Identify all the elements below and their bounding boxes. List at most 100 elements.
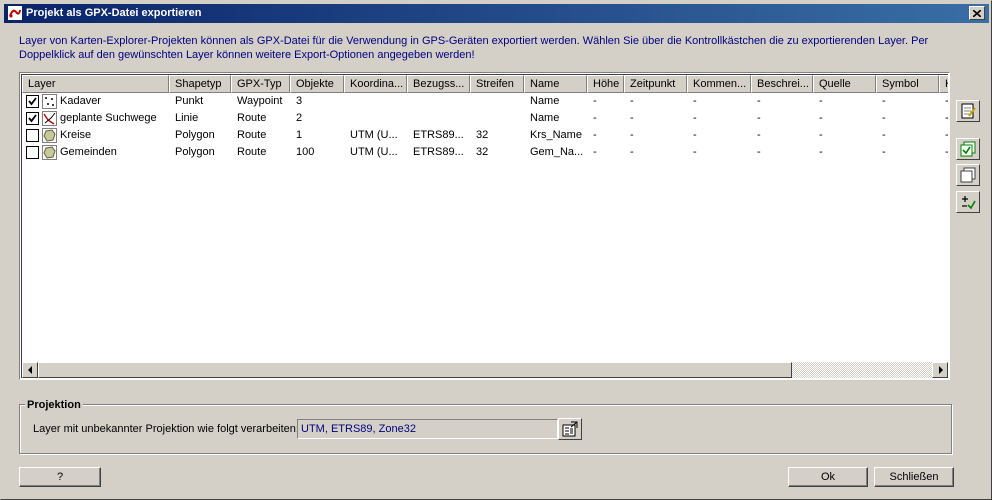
table-cell: UTM (U... (350, 129, 398, 141)
layer-name: Gemeinden (60, 146, 117, 158)
layer-cell: Gemeinden (22, 144, 169, 161)
table-cell: 32 (476, 146, 489, 158)
table-cell: Gem_Na... (530, 146, 584, 158)
table-cell: 3 (296, 95, 303, 107)
table-cell (344, 110, 407, 127)
layer-cell: Kadaver (22, 93, 169, 110)
select-projection-button[interactable] (558, 418, 582, 440)
column-header[interactable]: Symbol (876, 75, 939, 93)
table-cell: - (939, 93, 948, 110)
table-cell: - (819, 95, 823, 107)
column-header[interactable]: K (939, 75, 948, 93)
table-cell: - (757, 112, 761, 124)
layer-name: Kreise (60, 129, 92, 141)
layer-checkbox[interactable] (26, 129, 39, 142)
ok-button[interactable]: Ok (788, 467, 868, 487)
column-header[interactable]: Shapetyp (169, 75, 231, 93)
table-cell: 2 (296, 112, 303, 124)
table-cell: Route (237, 112, 267, 124)
table-cell (470, 93, 524, 110)
table-cell: - (819, 146, 823, 158)
points-layer-icon (42, 94, 57, 109)
uncheck-all-button[interactable] (956, 164, 980, 186)
projection-label: Layer mit unbekannter Projektion wie fol… (33, 423, 299, 435)
horizontal-scrollbar[interactable] (22, 362, 948, 378)
table-cell: - (939, 110, 948, 127)
table-cell: UTM (U... (350, 146, 398, 158)
table-cell: - (882, 129, 886, 141)
column-header[interactable]: Kommen... (687, 75, 751, 93)
table-cell: Polygon (175, 129, 215, 141)
scroll-left-button[interactable] (22, 362, 38, 378)
layer-checkbox[interactable] (26, 95, 39, 108)
table-cell (407, 110, 470, 127)
toggle-check-button[interactable] (956, 191, 980, 213)
check-all-button[interactable] (956, 138, 980, 160)
column-header[interactable]: GPX-Typ (231, 75, 290, 93)
table-cell: - (693, 129, 697, 141)
column-header[interactable]: Objekte (290, 75, 344, 93)
arrow-right-icon (938, 366, 943, 374)
column-header[interactable]: Koordina... (344, 75, 407, 93)
column-header[interactable]: Zeitpunkt (624, 75, 687, 93)
table-cell: - (630, 146, 634, 158)
table-cell (470, 110, 524, 127)
column-header[interactable]: Beschrei... (751, 75, 813, 93)
table-cell: - (630, 112, 634, 124)
table-row[interactable]: Gemeinden Polygon Route 100 UTM (U... ETRS89.… (22, 144, 948, 161)
table-row[interactable]: Kadaver Punkt Waypoint 3 Name - - - - - - - (22, 93, 948, 110)
app-icon (8, 6, 22, 20)
checkmark-icon (28, 97, 37, 106)
column-header-row: Layer Shapetyp GPX-Typ Objekte Koordina... Be… (22, 75, 948, 93)
table-cell: - (882, 112, 886, 124)
layer-name: Kadaver (60, 95, 101, 107)
table-cell: - (630, 95, 634, 107)
table-row[interactable]: Kreise Polygon Route 1 UTM (U... ETRS89... 32 K… (22, 127, 948, 144)
table-cell: - (757, 129, 761, 141)
table-cell: Punkt (175, 95, 204, 107)
table-cell: Name (530, 95, 560, 107)
close-icon (973, 9, 981, 17)
layer-name: geplante Suchwege (60, 112, 157, 124)
edit-options-icon (961, 103, 976, 119)
title-bar[interactable]: Projekt als GPX-Datei exportieren (4, 4, 989, 23)
edit-options-button[interactable] (956, 100, 980, 122)
table-cell: Linie (175, 112, 199, 124)
polygon-layer-icon (42, 145, 57, 160)
column-header[interactable]: Layer (22, 75, 169, 93)
scroll-right-button[interactable] (932, 362, 948, 378)
column-header[interactable]: Name (524, 75, 587, 93)
table-cell: - (593, 112, 597, 124)
scrollbar-thumb[interactable] (38, 362, 792, 378)
scrollbar-track[interactable] (792, 362, 932, 378)
column-header[interactable]: Bezugss... (407, 75, 470, 93)
column-header[interactable]: Quelle (813, 75, 876, 93)
layer-cell: geplante Suchwege (22, 110, 169, 127)
layer-list[interactable]: Layer Shapetyp GPX-Typ Objekte Koordina... Be… (19, 72, 950, 380)
help-button[interactable]: ? (19, 467, 101, 487)
projection-properties-icon (562, 421, 578, 437)
column-header[interactable]: Streifen (470, 75, 524, 93)
projection-field[interactable]: UTM, ETRS89, Zone32 (297, 419, 558, 439)
table-cell: Route (237, 129, 267, 141)
table-cell: - (939, 144, 948, 161)
uncheck-all-icon (960, 167, 976, 183)
layer-cell: Kreise (22, 127, 169, 144)
close-window-button[interactable] (969, 6, 985, 20)
table-cell: Name (530, 112, 560, 124)
toggle-check-icon (962, 196, 976, 210)
table-cell: ETRS89... (413, 146, 464, 158)
table-cell: Polygon (175, 146, 215, 158)
table-cell: 32 (476, 129, 489, 141)
column-header[interactable]: Höhe (587, 75, 624, 93)
table-cell: - (757, 95, 761, 107)
window-title: Projekt als GPX-Datei exportieren (26, 7, 202, 19)
close-button[interactable]: Schließen (874, 467, 954, 487)
description-text: Layer von Karten-Explorer-Projekten könn… (19, 35, 929, 61)
table-cell: Krs_Name (530, 129, 582, 141)
lines-layer-icon (42, 111, 57, 126)
table-row[interactable]: geplante Suchwege Linie Route 2 Name - - - - - - - (22, 110, 948, 127)
layer-checkbox[interactable] (26, 112, 39, 125)
layer-checkbox[interactable] (26, 146, 39, 159)
table-cell: - (693, 95, 697, 107)
